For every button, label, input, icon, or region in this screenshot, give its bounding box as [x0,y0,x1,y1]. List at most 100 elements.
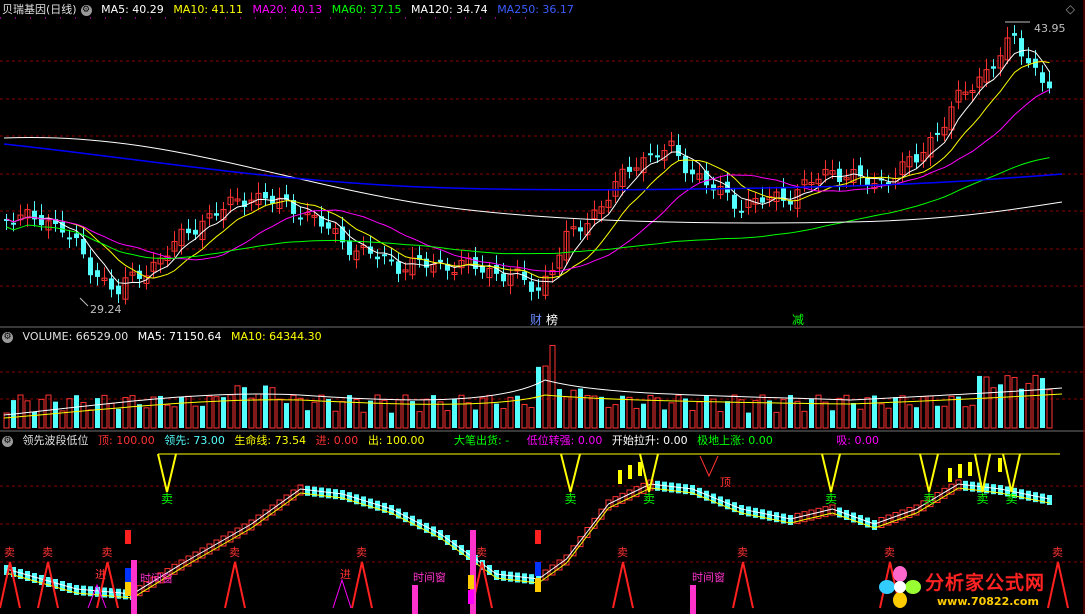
volume-bar [885,407,892,429]
ma10-label: MA10: 41.11 [173,3,244,16]
enter-label: 进 [340,568,351,581]
volume-bar [591,395,598,429]
candle-body [375,256,380,260]
volume-bar [962,406,969,429]
volume-bar [437,401,444,429]
volume-bar [696,401,703,429]
signal-block [535,578,541,592]
indicator-settings-icon[interactable]: ⚙ [2,435,13,447]
volume-bar [206,395,213,429]
volume-bar [347,395,352,428]
candle-body [396,261,401,274]
volume-bar [339,400,346,429]
candle-body [81,238,86,255]
accent-bar [958,464,962,478]
volume-bar [906,404,913,429]
sell-v-marker [157,453,177,493]
volume-bar [878,403,885,429]
sell-label-green: 卖 [825,492,837,506]
time-window-label: 时间窗 [413,570,446,584]
volume-bar [137,404,142,428]
panel-toggle-icon[interactable]: ◇ [1066,2,1075,16]
volume-bar [914,407,919,428]
ma120-line [3,136,1063,224]
volume-bar [794,400,801,429]
volume-settings-icon[interactable]: ⚙ [2,331,13,343]
volume-bar [473,409,478,428]
top-label: 顶 [720,476,731,489]
volume-bar [521,404,528,429]
volume-bar [66,398,73,429]
volume-bar [179,396,184,428]
volume-bar [116,408,121,428]
sell-label-green: 卖 [161,492,173,506]
ma5-line [6,49,1050,284]
volume-bar [479,397,486,429]
candle-body [676,145,681,157]
volume-bar [1019,388,1024,428]
chu-value: 出: 100.00 [367,434,425,447]
volume-bar [326,398,331,428]
lingxian-value: 领先: 73.00 [164,434,225,447]
candle-body [109,278,114,290]
ma250-label: MA250: 36.17 [497,3,574,16]
ma250-line [3,143,1063,191]
volume-bar [549,344,556,429]
sell-label-red: 卖 [42,546,53,559]
volume-bar [284,403,289,428]
ma5-label: MA5: 40.29 [101,3,164,16]
volume-bar [45,394,52,429]
xi-value: 吸: 0.00 [836,434,879,447]
volume-bar [494,403,499,428]
volume-bar [633,407,640,429]
volume-bar [822,401,829,429]
sell-label-red: 卖 [356,546,367,559]
volume-bar [234,385,241,429]
volume-bar [192,405,199,429]
candle-body [683,155,688,174]
candle-body [1026,58,1031,64]
volume-bar [948,395,955,429]
low-marker [79,297,89,307]
volume-bar [185,395,192,429]
volume-bar [557,389,562,428]
volume-bar [998,384,1003,428]
volume-label: VOLUME: 66529.00 [22,330,129,343]
volume-bar [584,395,591,429]
candle-body [389,259,394,262]
volume-bar [318,394,325,429]
volume-bar [773,411,780,429]
volume-bar [899,395,906,429]
volume-bar [788,395,793,428]
volume-bar [563,396,570,429]
volume-bar [759,394,766,429]
volume-bar [143,407,150,429]
candle-body [529,281,534,292]
top-v-marker [699,455,719,478]
volume-bar [528,407,535,429]
sell-v-marker [919,453,939,493]
volume-bar [542,365,549,429]
volume-bar [731,394,738,429]
candle-body [326,222,331,229]
ma120-label: MA120: 34.74 [410,3,488,16]
settings-icon[interactable]: ⚙ [80,4,92,16]
logo-text: 分析家公式网 [925,572,1046,594]
volume-bar [164,404,171,429]
volume-bar [668,402,675,429]
volume-bar [725,401,730,428]
volume-bar [746,412,751,428]
ma20-label: MA20: 40.13 [252,3,323,16]
volume-bar [836,397,843,429]
volume-bar [851,402,856,428]
time-window-bar [690,585,696,614]
signal-block [535,562,541,576]
sell-label-red: 卖 [229,546,240,559]
candle-body [438,259,443,263]
sell-label-green: 卖 [1006,492,1018,506]
ma10-line [6,61,1050,279]
stock-title: 贝瑞基因(日线) [2,3,77,16]
candle-body [88,257,93,276]
volume-bar [171,406,178,429]
candle-body [214,213,219,216]
